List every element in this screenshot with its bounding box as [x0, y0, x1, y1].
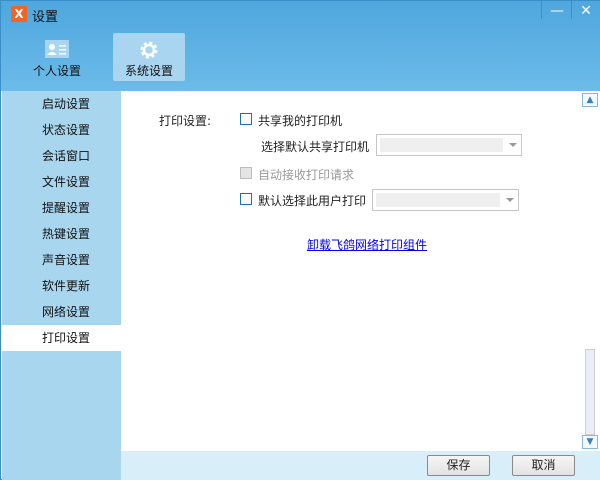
default-user-print-dropdown[interactable]: [372, 189, 519, 211]
chevron-down-icon: [506, 198, 514, 202]
window-title: 设置: [32, 10, 59, 25]
sidebar-item-reminder[interactable]: 提醒设置: [2, 195, 121, 221]
minimize-button[interactable]: —: [542, 1, 572, 21]
cancel-button[interactable]: 取消: [512, 455, 575, 476]
id-card-icon: [44, 39, 70, 59]
tab-personal-settings[interactable]: 个人设置: [21, 33, 93, 81]
tab-system-settings[interactable]: 系统设置: [113, 33, 185, 81]
save-button[interactable]: 保存: [427, 455, 490, 476]
share-printer-label: 共享我的打印机: [258, 114, 343, 128]
sidebar-item-hotkey[interactable]: 热键设置: [2, 221, 121, 247]
section-label: 打印设置:: [159, 114, 212, 128]
sidebar-item-chat-window[interactable]: 会话窗口: [2, 143, 121, 169]
sidebar-item-file[interactable]: 文件设置: [2, 169, 121, 195]
vertical-scrollbar[interactable]: ▲ ▼: [582, 93, 598, 449]
sidebar-item-update[interactable]: 软件更新: [2, 273, 121, 299]
default-shared-printer-label: 选择默认共享打印机: [261, 140, 370, 154]
uninstall-print-component-link[interactable]: 卸载飞鸽网络打印组件: [307, 236, 427, 253]
scrollbar-thumb[interactable]: [585, 349, 595, 435]
sidebar-item-network[interactable]: 网络设置: [2, 299, 121, 325]
sidebar-item-print[interactable]: 打印设置: [2, 325, 121, 351]
sidebar-item-status[interactable]: 状态设置: [2, 117, 121, 143]
scroll-down-button[interactable]: ▼: [582, 435, 598, 449]
auto-accept-label: 自动接收打印请求: [258, 168, 355, 182]
sidebar-item-startup[interactable]: 启动设置: [2, 91, 121, 117]
gear-icon: [136, 39, 162, 59]
sidebar: 启动设置 状态设置 会话窗口 文件设置 提醒设置 热键设置 声音设置 软件更新 …: [2, 91, 121, 480]
tab-label: 个人设置: [32, 64, 81, 78]
default-shared-printer-dropdown[interactable]: [376, 134, 522, 156]
chevron-down-icon: [509, 143, 517, 147]
settings-window: X 设置 — ✕ 个人设置 系统设置 启动设置 状态设置 会话窗口 文件设置 提…: [0, 0, 600, 480]
close-button[interactable]: ✕: [571, 1, 600, 21]
tab-label: 系统设置: [124, 64, 173, 78]
default-user-print-label: 默认选择此用户打印: [258, 194, 367, 208]
app-logo-icon: X: [11, 6, 27, 22]
scroll-up-button[interactable]: ▲: [582, 93, 598, 107]
auto-accept-checkbox[interactable]: [240, 167, 252, 179]
header: X 设置 — ✕ 个人设置 系统设置: [1, 1, 600, 91]
sidebar-item-sound[interactable]: 声音设置: [2, 247, 121, 273]
default-user-print-checkbox[interactable]: [240, 193, 252, 205]
print-settings-panel: 打印设置: 共享我的打印机 选择默认共享打印机 自动接收打印请求 默认选择此用户…: [121, 91, 600, 451]
share-printer-checkbox[interactable]: [240, 113, 252, 125]
footer: 保存 取消: [121, 451, 600, 480]
